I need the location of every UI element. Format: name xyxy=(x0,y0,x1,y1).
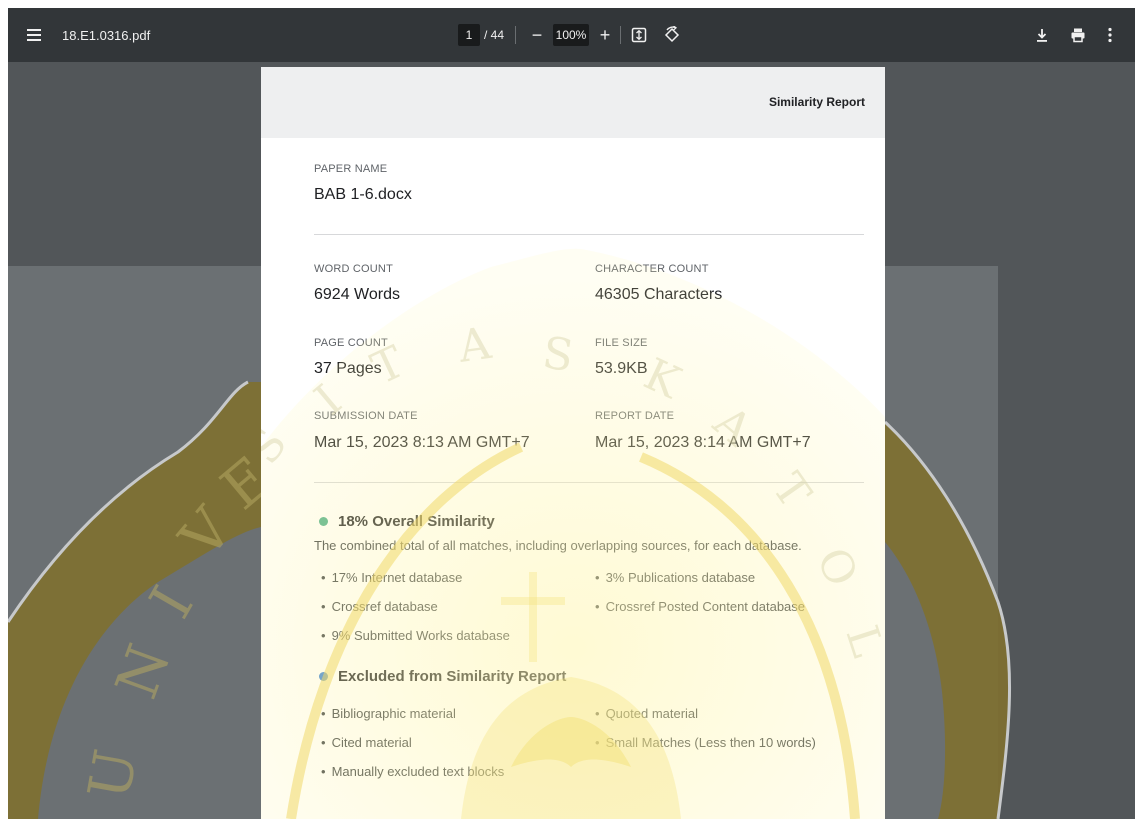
zoom-out-button[interactable]: − xyxy=(525,23,549,47)
word-count-label: WORD COUNT xyxy=(314,263,393,275)
svg-text:E: E xyxy=(208,443,261,522)
submission-date-label: SUBMISSION DATE xyxy=(314,410,418,422)
svg-text:V: V xyxy=(166,494,246,571)
excluded-item: Small Matches (Less then 10 words) xyxy=(595,735,816,750)
report-date-label: REPORT DATE xyxy=(595,410,675,422)
similarity-description: The combined total of all matches, inclu… xyxy=(314,538,802,553)
paper-name-label: PAPER NAME xyxy=(314,163,388,175)
pdf-viewer: 18.E1.0316.pdf 1 / 44 − 100% + Similarit… xyxy=(8,8,1135,819)
download-icon[interactable] xyxy=(1030,23,1054,47)
report-date-value: Mar 15, 2023 8:14 AM GMT+7 xyxy=(595,434,811,451)
report-title: Similarity Report xyxy=(768,95,865,109)
page-number-input[interactable]: 1 xyxy=(458,24,480,46)
file-size-label: FILE SIZE xyxy=(595,337,648,349)
excluded-title: Excluded from Similarity Report xyxy=(338,668,567,685)
zoom-in-button[interactable]: + xyxy=(593,23,617,47)
excluded-item: Bibliographic material xyxy=(321,706,456,721)
word-count-value: 6924 Words xyxy=(314,286,400,303)
page-count-value: 37 Pages xyxy=(314,360,382,377)
seal-watermark-left: U N I V E xyxy=(75,443,261,804)
paper-name-value: BAB 1-6.docx xyxy=(314,186,412,203)
similarity-item: Crossref Posted Content database xyxy=(595,599,805,614)
report-body: PAPER NAME BAB 1-6.docx WORD COUNT 6924 … xyxy=(261,138,885,819)
file-name: 18.E1.0316.pdf xyxy=(62,27,151,43)
overall-similarity-title: 18% Overall Similarity xyxy=(338,513,495,530)
excluded-item: Quoted material xyxy=(595,706,699,721)
similarity-item: 17% Internet database xyxy=(321,570,463,585)
svg-text:N: N xyxy=(102,636,183,707)
pdf-toolbar: 18.E1.0316.pdf 1 / 44 − 100% + xyxy=(8,8,1135,62)
divider xyxy=(314,482,864,483)
similarity-item: Crossref database xyxy=(321,599,438,614)
more-vert-icon[interactable] xyxy=(1098,23,1122,47)
excluded-item: Manually excluded text blocks xyxy=(321,764,505,779)
submission-date-value: Mar 15, 2023 8:13 AM GMT+7 xyxy=(314,434,530,451)
character-count-value: 46305 Characters xyxy=(595,286,723,303)
divider xyxy=(314,234,864,235)
pdf-page: Similarity Report PAPER NAME BAB 1-6.doc… xyxy=(261,67,885,819)
page-total: / 44 xyxy=(484,28,505,42)
similarity-item: 3% Publications database xyxy=(595,570,756,585)
excluded-item: Cited material xyxy=(321,735,412,750)
similarity-dot-icon xyxy=(319,517,328,526)
similarity-item: 9% Submitted Works database xyxy=(321,628,510,643)
file-size-value: 53.9KB xyxy=(595,360,648,377)
toolbar-separator xyxy=(515,26,516,44)
character-count-label: CHARACTER COUNT xyxy=(595,263,709,275)
svg-text:U: U xyxy=(75,744,150,804)
page-count-label: PAGE COUNT xyxy=(314,337,388,349)
zoom-level-input[interactable]: 100% xyxy=(553,24,589,46)
menu-icon[interactable] xyxy=(22,23,46,47)
rotate-icon[interactable] xyxy=(660,23,684,47)
report-header: Similarity Report xyxy=(261,67,885,138)
excluded-dot-icon xyxy=(319,672,328,681)
overall-similarity-heading: 18% Overall Similarity xyxy=(319,513,495,530)
svg-text:I: I xyxy=(136,575,206,629)
excluded-heading: Excluded from Similarity Report xyxy=(319,668,566,685)
print-icon[interactable] xyxy=(1066,23,1090,47)
toolbar-separator xyxy=(620,26,621,44)
fit-to-page-icon[interactable] xyxy=(627,23,651,47)
